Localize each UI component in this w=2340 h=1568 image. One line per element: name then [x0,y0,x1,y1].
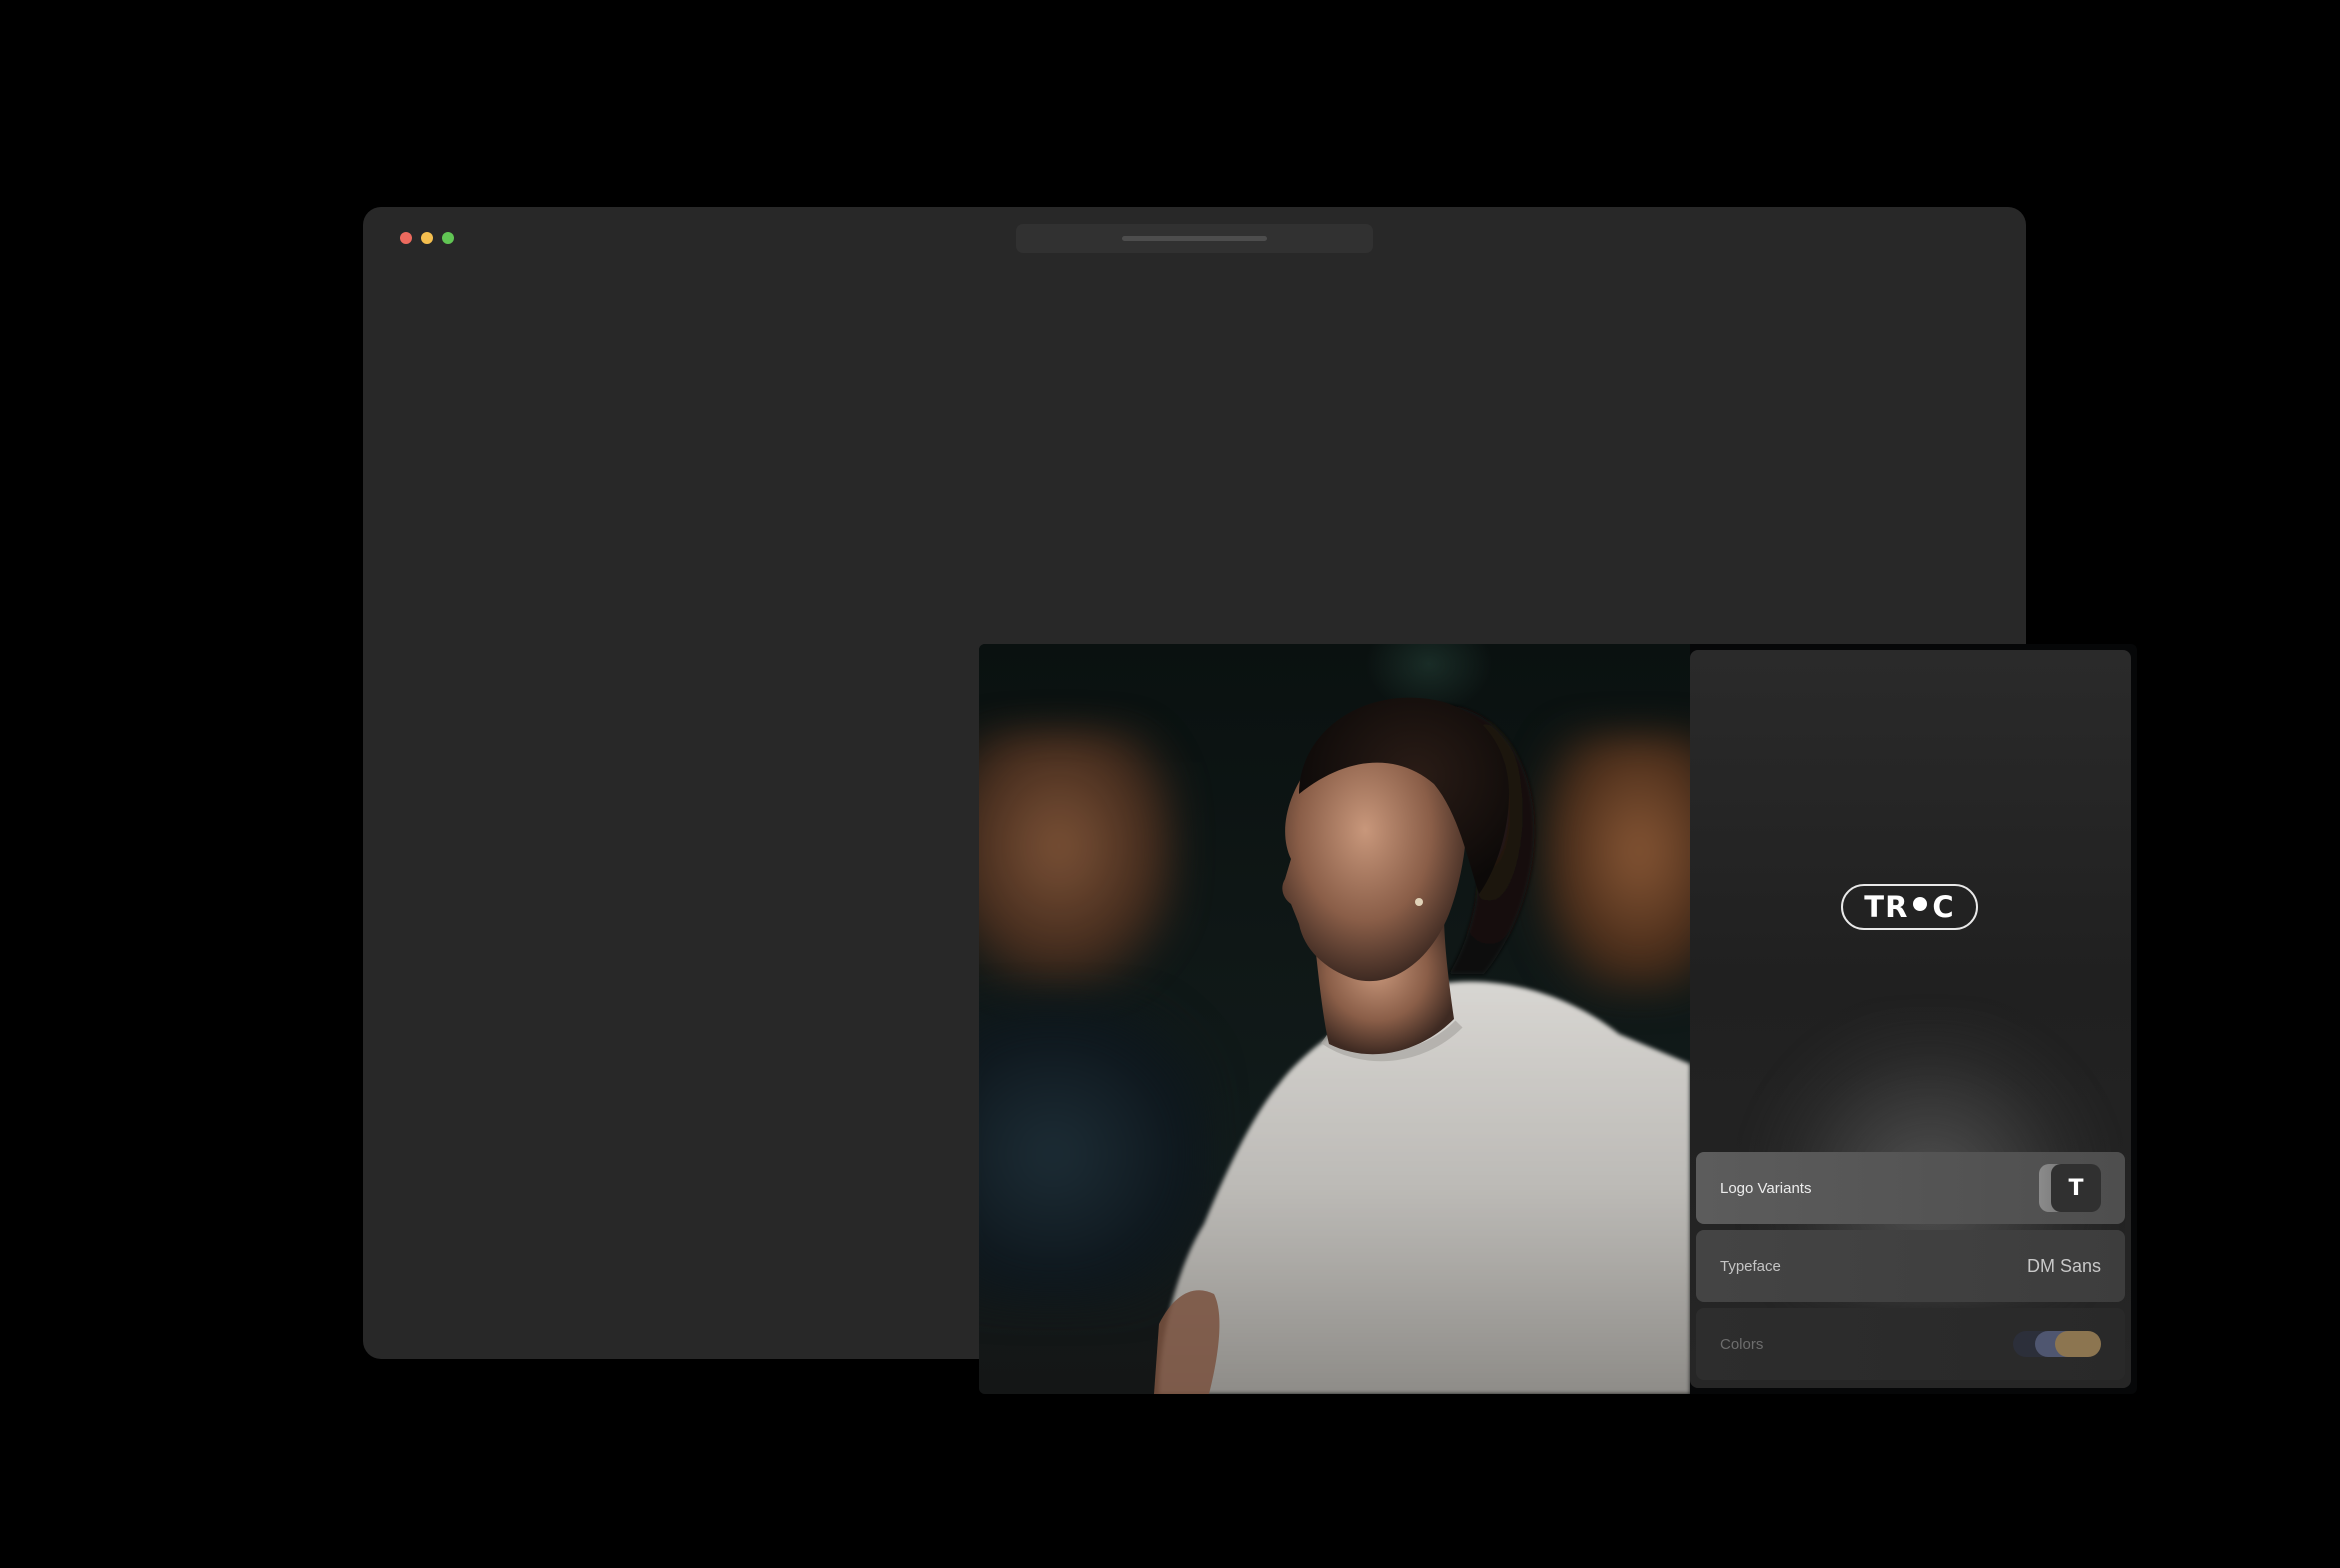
runner-figure [1154,697,1690,1394]
zoom-window-button[interactable] [442,232,454,244]
typeface-label: Typeface [1720,1257,1781,1275]
logo-variants-row[interactable]: Logo Variants T [1696,1152,2125,1224]
browser-window: TR C Logo Variants T Typeface DM Sans Co… [363,207,2137,1394]
logo-text-left: TR [1864,890,1909,924]
color-swatches[interactable] [2013,1331,2101,1357]
logo-variant-front: T [2051,1164,2101,1212]
color-swatch [2055,1331,2101,1357]
window-controls [400,232,454,244]
typeface-row[interactable]: Typeface DM Sans [1696,1230,2125,1302]
brand-showcase-card: TR C Logo Variants T Typeface DM Sans Co… [979,644,2137,1394]
logo-variants-preview[interactable]: T [2039,1164,2101,1212]
logo-variants-label: Logo Variants [1720,1179,1812,1197]
colors-label: Colors [1720,1335,1764,1353]
logo-dot-icon [1913,897,1928,911]
address-bar[interactable] [1016,224,1373,253]
minimize-window-button[interactable] [421,232,433,244]
runner-photo [979,644,1690,1394]
colors-row[interactable]: Colors [1696,1308,2125,1380]
typeface-value: DM Sans [2026,1255,2101,1276]
brand-logo: TR C [1841,884,1978,930]
brand-panel: TR C Logo Variants T Typeface DM Sans Co… [1690,650,2131,1388]
address-bar-placeholder [1122,236,1267,241]
close-window-button[interactable] [400,232,412,244]
logo-text-right: C [1932,890,1955,924]
